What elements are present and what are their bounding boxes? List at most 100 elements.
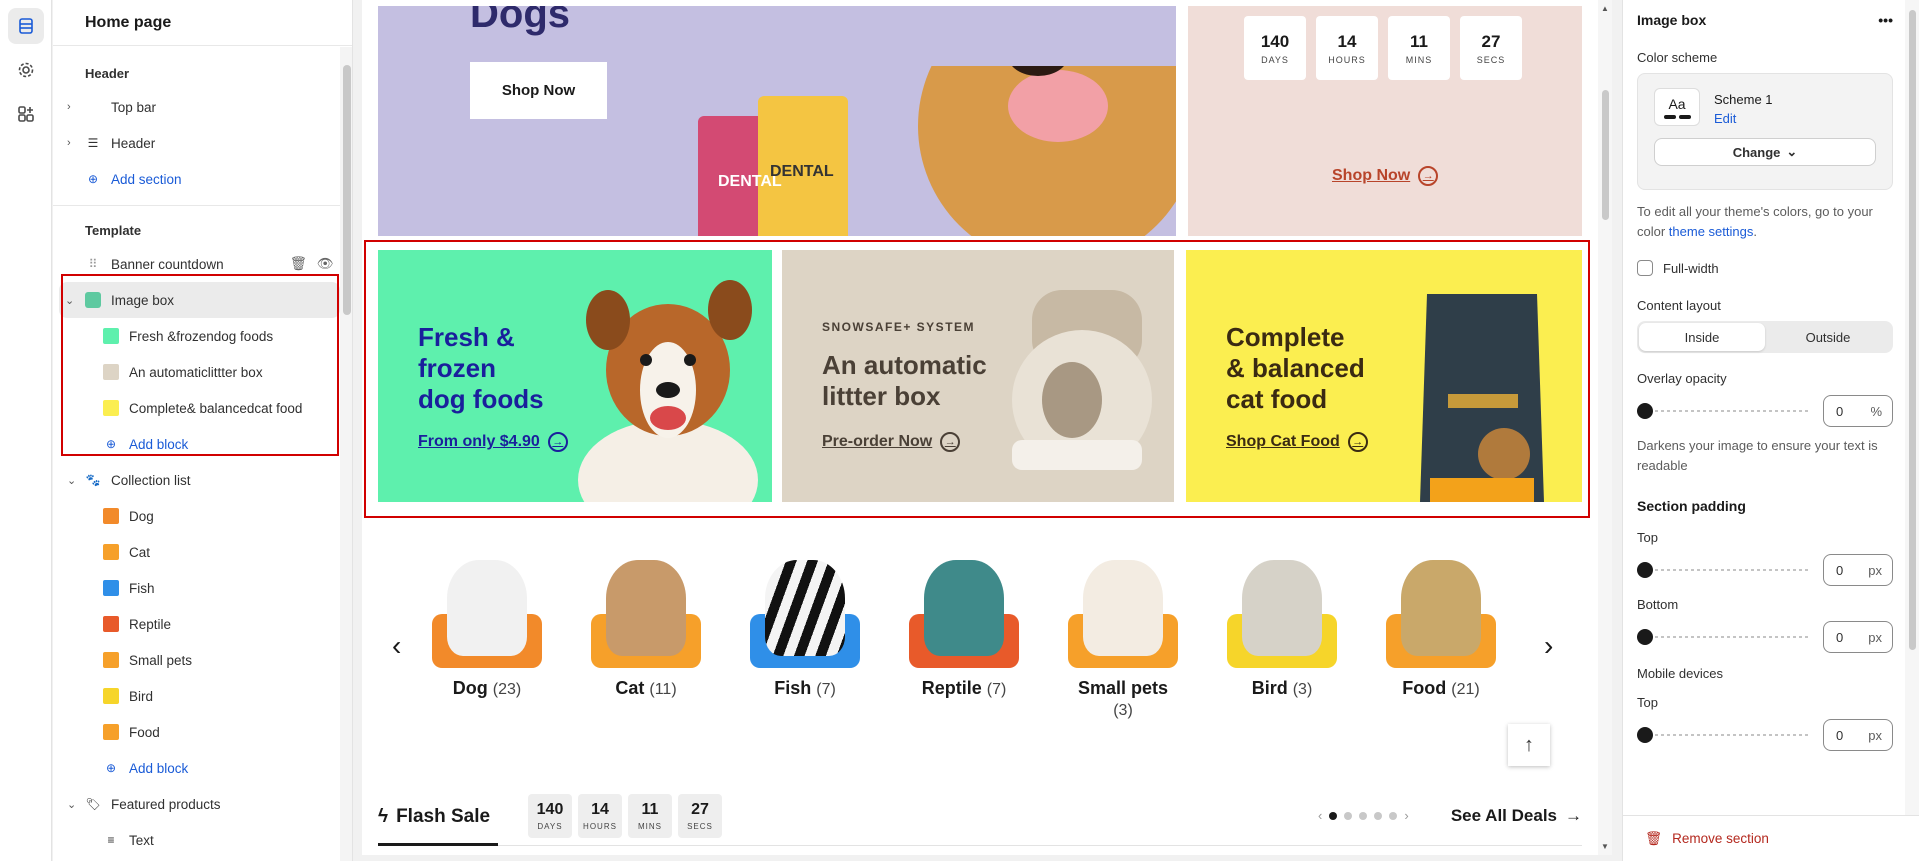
shop-cat-food-link[interactable]: Shop Cat Food → (1226, 432, 1368, 452)
more-options-icon[interactable]: ••• (1878, 12, 1893, 28)
countdown-mins: 11 MINS (628, 794, 672, 838)
full-width-checkbox[interactable] (1637, 260, 1653, 276)
slider-knob[interactable] (1637, 727, 1653, 743)
block-cat[interactable]: Cat (53, 534, 352, 570)
back-to-top-button[interactable]: ↑ (1508, 724, 1550, 766)
food-bag-photo (1401, 560, 1481, 656)
image-box-litter-box[interactable]: SNOWSAFE+ SYSTEM An automatic littter bo… (782, 250, 1174, 502)
chevron-down-icon[interactable]: ⌄ (67, 474, 79, 487)
preview-scrollbar[interactable]: ▲ ▼ (1598, 0, 1612, 855)
remove-section-button[interactable]: 🗑 Remove section (1623, 815, 1919, 861)
slider-knob[interactable] (1637, 629, 1653, 645)
change-label: Change (1732, 144, 1781, 160)
block-text[interactable]: ≡ Text (53, 822, 352, 858)
add-section-button[interactable]: ⊕ Add section (53, 161, 352, 197)
panel-title: Image box (1637, 12, 1707, 28)
arrow-right-circle-icon: → (547, 432, 568, 452)
dog-photo (447, 560, 527, 656)
overlay-opacity-input[interactable]: 0% (1823, 395, 1893, 427)
arrow-up-icon: ↑ (1524, 733, 1534, 756)
padding-top-slider[interactable] (1637, 562, 1809, 578)
slider-knob[interactable] (1637, 562, 1653, 578)
scroll-up-icon[interactable]: ▲ (1601, 4, 1609, 13)
section-padding-heading: Section padding (1637, 498, 1746, 514)
settings-gear-icon[interactable] (8, 52, 44, 88)
chevron-down-icon[interactable]: ⌄ (67, 798, 79, 811)
scrollbar-thumb[interactable] (1909, 10, 1916, 650)
banner-shop-now-link[interactable]: Shop Now → (1332, 166, 1439, 186)
image-box-cat-food[interactable]: Complete & balanced cat food Shop Cat Fo… (1186, 250, 1582, 502)
scroll-down-icon[interactable]: ▼ (1601, 842, 1609, 851)
dog-thumb-icon (103, 508, 119, 524)
padding-bottom-slider[interactable] (1637, 629, 1809, 645)
add-block-button[interactable]: ⊕ Add block (53, 750, 352, 786)
mobile-top-input[interactable]: 0 px (1823, 719, 1893, 751)
image-box-title: Complete & balanced cat food (1226, 322, 1365, 414)
apps-icon[interactable] (8, 96, 44, 132)
block-dog[interactable]: Dog (53, 498, 352, 534)
pre-order-link[interactable]: Pre-order Now → (822, 432, 961, 452)
see-all-deals-link[interactable]: See All Deals → (1451, 806, 1582, 826)
pagination-dot[interactable] (1344, 811, 1353, 820)
countdown-unit: DAYS (1261, 54, 1289, 65)
collection-cat[interactable]: Cat (11) (576, 560, 716, 699)
block-label: Cat (129, 544, 151, 560)
pagination-dot[interactable] (1389, 811, 1398, 820)
padding-top-input[interactable]: 0 px (1823, 554, 1893, 586)
scrollbar-thumb[interactable] (1602, 90, 1609, 220)
section-top-bar[interactable]: › Top bar (53, 89, 352, 125)
pagination-dot[interactable] (1329, 811, 1338, 820)
block-food[interactable]: Food (53, 714, 352, 750)
collection-reptile[interactable]: Reptile (7) (894, 560, 1034, 699)
padding-bottom-input[interactable]: 0 px (1823, 621, 1893, 653)
image-box-dog-food[interactable]: Fresh & frozen dog foods From only $4.90… (378, 250, 772, 502)
drag-handle-icon[interactable]: ⠿ (85, 256, 101, 272)
from-only-link[interactable]: From only $4.90 → (418, 432, 568, 452)
countdown-hours: 14 HOURS (1316, 16, 1378, 80)
section-label: Banner countdown (111, 256, 224, 272)
trash-icon[interactable]: 🗑 (290, 256, 307, 272)
mobile-top-slider[interactable] (1637, 727, 1809, 743)
section-featured-products[interactable]: ⌄ 🏷 Featured products (53, 786, 352, 822)
full-width-option[interactable]: Full-width (1637, 260, 1893, 276)
image-box-title: Fresh & frozen dog foods (418, 322, 544, 414)
layout-inside-option[interactable]: Inside (1639, 323, 1765, 351)
sections-icon[interactable] (8, 8, 44, 44)
chevron-right-icon[interactable]: › (67, 101, 79, 113)
overlay-help-text: Darkens your image to ensure your text i… (1637, 438, 1878, 473)
eye-icon[interactable]: 👁 (317, 256, 334, 272)
scheme-edit-link[interactable]: Edit (1714, 111, 1773, 126)
block-bird[interactable]: Bird (53, 678, 352, 714)
overlay-opacity-slider[interactable] (1637, 403, 1809, 419)
layout-outside-option[interactable]: Outside (1765, 323, 1891, 351)
chevron-right-icon[interactable]: › (1404, 808, 1408, 823)
collection-bird[interactable]: Bird (3) (1212, 560, 1352, 699)
sidebar-scrollbar[interactable] (340, 47, 352, 861)
block-reptile[interactable]: Reptile (53, 606, 352, 642)
block-small-pets[interactable]: Small pets (53, 642, 352, 678)
collection-dog[interactable]: Dog (23) (417, 560, 557, 699)
shop-now-button[interactable]: Shop Now (470, 62, 607, 119)
banner-left: Dogs Shop Now DENTAL DENTAL (378, 6, 1176, 236)
collection-food[interactable]: Food (21) (1371, 560, 1511, 699)
pagination-dot[interactable] (1359, 811, 1368, 820)
flash-sale-tab[interactable]: ϟ Flash Sale (378, 806, 490, 828)
arrow-right-circle-icon: → (940, 432, 961, 452)
chevron-right-icon[interactable]: › (67, 137, 79, 149)
block-fish[interactable]: Fish (53, 570, 352, 606)
plus-circle-icon: ⊕ (87, 172, 99, 186)
section-collection-list[interactable]: ⌄ 🐾 Collection list (53, 462, 352, 498)
section-header[interactable]: › ☰ Header (53, 125, 352, 161)
collection-small-pets[interactable]: Small pets (3) (1053, 560, 1193, 720)
countdown-value: 11 (1410, 31, 1428, 51)
scrollbar-thumb[interactable] (343, 65, 351, 315)
theme-settings-link[interactable]: theme settings (1669, 224, 1754, 239)
banner-right: 140 DAYS 14 HOURS 11 MINS 27 SECS Shop Now → (1188, 6, 1582, 236)
settings-panel: Image box ••• Color scheme Aa Scheme 1 E… (1622, 0, 1919, 861)
chevron-left-icon[interactable]: ‹ (1318, 808, 1322, 823)
slider-knob[interactable] (1637, 403, 1653, 419)
panel-scrollbar[interactable] (1905, 0, 1919, 815)
collection-fish[interactable]: Fish (7) (735, 560, 875, 699)
change-scheme-button[interactable]: Change ⌄ (1654, 138, 1876, 166)
pagination-dot[interactable] (1374, 811, 1383, 820)
